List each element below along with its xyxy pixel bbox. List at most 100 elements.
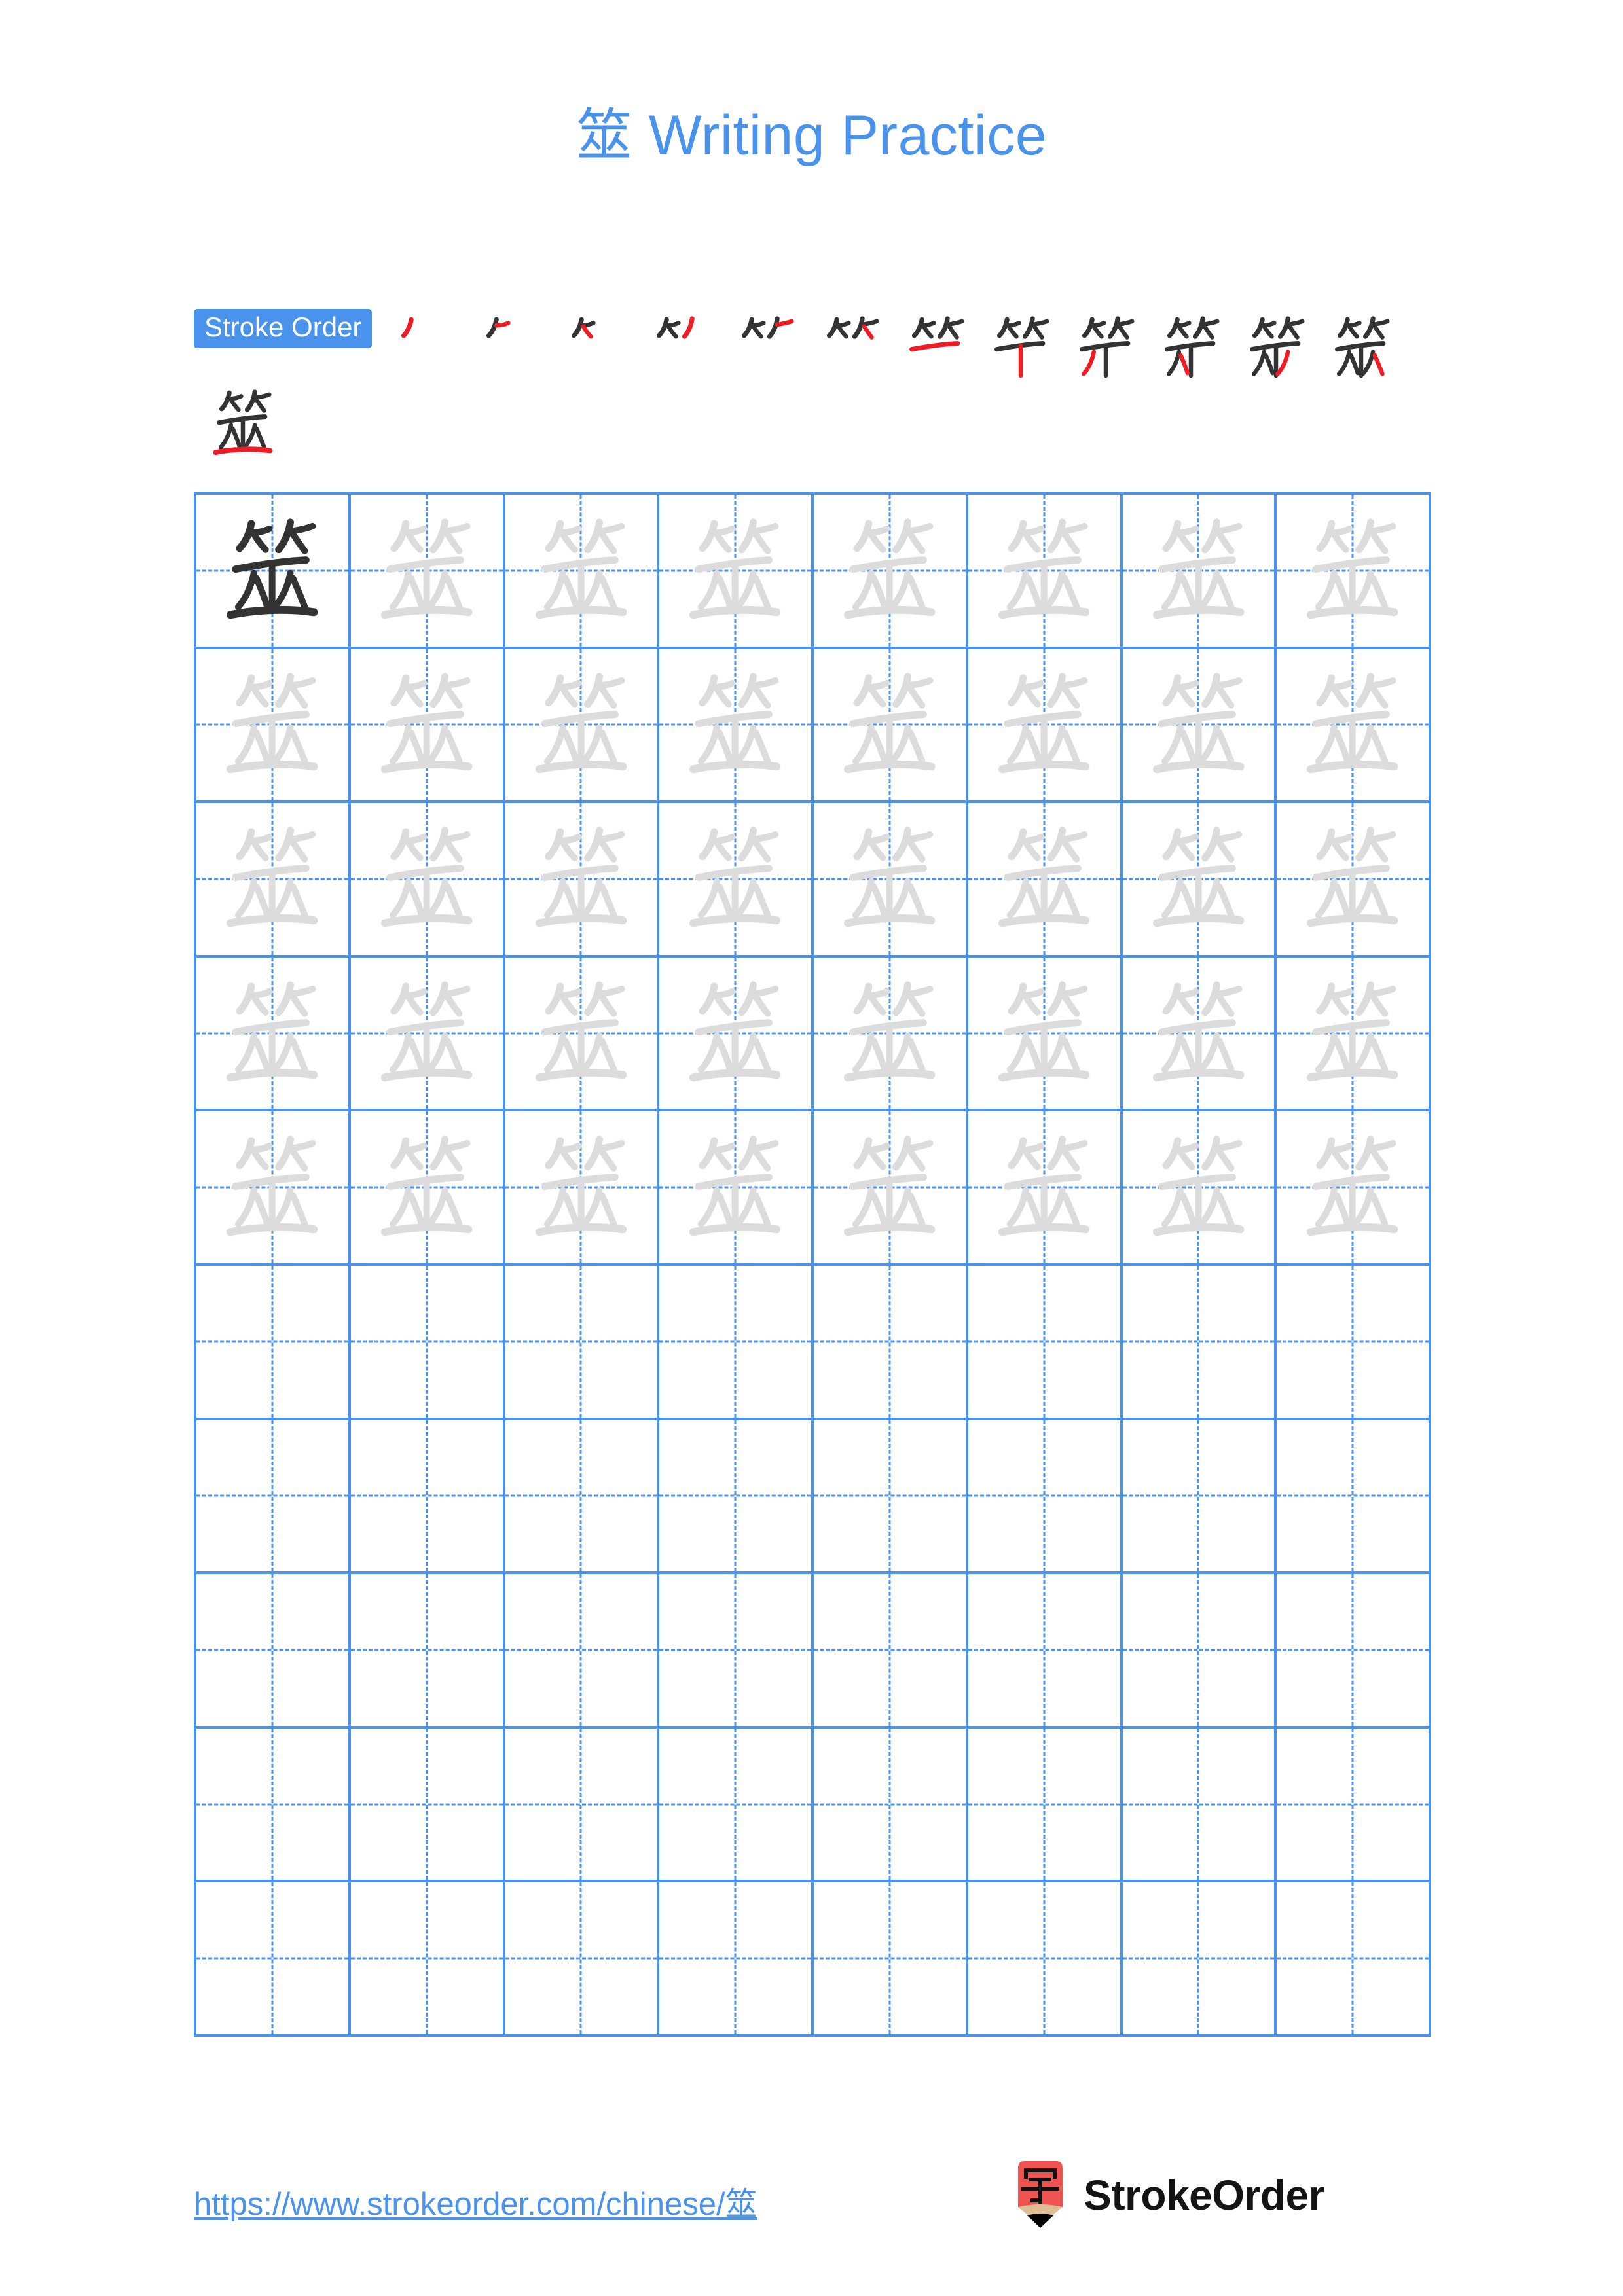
practice-cell[interactable] — [814, 495, 968, 649]
practice-cell[interactable] — [968, 803, 1123, 958]
practice-cell[interactable] — [659, 649, 814, 804]
practice-cell[interactable] — [659, 495, 814, 649]
practice-cell-empty[interactable] — [505, 1420, 660, 1575]
practice-cell-empty[interactable] — [814, 1420, 968, 1575]
trace-character — [659, 495, 811, 647]
trace-character — [814, 1111, 966, 1263]
practice-cell[interactable] — [659, 1111, 814, 1266]
practice-cell-empty[interactable] — [814, 1574, 968, 1729]
practice-cell[interactable] — [505, 1111, 660, 1266]
practice-cell[interactable] — [659, 957, 814, 1112]
trace-character — [1123, 958, 1275, 1109]
practice-cell-empty[interactable] — [1277, 1882, 1431, 2037]
stroke-step-1 — [382, 308, 467, 385]
practice-cell[interactable] — [505, 495, 660, 649]
practice-cell[interactable] — [1122, 649, 1277, 804]
practice-cell[interactable] — [196, 649, 351, 804]
practice-cell[interactable] — [814, 1111, 968, 1266]
practice-cell-empty[interactable] — [1122, 1266, 1277, 1420]
practice-cell[interactable] — [968, 957, 1123, 1112]
practice-cell[interactable] — [196, 957, 351, 1112]
practice-cell-empty[interactable] — [505, 1574, 660, 1729]
practice-cell[interactable] — [350, 649, 505, 804]
practice-cell[interactable] — [1122, 803, 1277, 958]
practice-cell[interactable] — [1122, 1111, 1277, 1266]
trace-character — [968, 958, 1120, 1109]
practice-cell-empty[interactable] — [350, 1266, 505, 1420]
practice-cell-empty[interactable] — [196, 1266, 351, 1420]
practice-cell[interactable] — [968, 495, 1123, 649]
practice-cell-empty[interactable] — [196, 1420, 351, 1575]
practice-cell[interactable] — [814, 649, 968, 804]
practice-cell-empty[interactable] — [1122, 1882, 1277, 2037]
practice-cell[interactable] — [659, 803, 814, 958]
practice-cell[interactable] — [1277, 495, 1431, 649]
practice-cell-empty[interactable] — [968, 1266, 1123, 1420]
practice-cell-empty[interactable] — [659, 1420, 814, 1575]
practice-cell-empty[interactable] — [1277, 1574, 1431, 1729]
practice-cell-empty[interactable] — [968, 1574, 1123, 1729]
practice-cell[interactable] — [196, 1111, 351, 1266]
practice-cell-empty[interactable] — [659, 1882, 814, 2037]
stroke-step-2 — [467, 308, 553, 385]
practice-cell-empty[interactable] — [968, 1728, 1123, 1883]
footer-url-link[interactable]: https://www.strokeorder.com/chinese/筮 — [194, 2178, 757, 2225]
practice-cell[interactable] — [814, 803, 968, 958]
practice-cell[interactable] — [196, 803, 351, 958]
practice-cell-empty[interactable] — [350, 1882, 505, 2037]
trace-character — [1277, 495, 1429, 647]
practice-cell[interactable] — [505, 803, 660, 958]
trace-character — [1277, 958, 1429, 1109]
practice-cell-empty[interactable] — [505, 1882, 660, 2037]
practice-cell[interactable] — [968, 1111, 1123, 1266]
practice-cell-empty[interactable] — [1122, 1420, 1277, 1575]
practice-cell-empty[interactable] — [968, 1882, 1123, 2037]
trace-character — [1277, 1111, 1429, 1263]
practice-grid — [194, 492, 1431, 2037]
practice-cell[interactable] — [505, 957, 660, 1112]
practice-cell[interactable] — [968, 649, 1123, 804]
practice-cell-empty[interactable] — [1277, 1420, 1431, 1575]
practice-cell[interactable] — [814, 957, 968, 1112]
practice-cell[interactable] — [350, 1111, 505, 1266]
trace-character — [196, 649, 348, 801]
trace-character — [814, 649, 966, 801]
trace-character — [351, 495, 503, 647]
practice-cell-empty[interactable] — [1122, 1574, 1277, 1729]
practice-cell-empty[interactable] — [659, 1728, 814, 1883]
practice-cell-empty[interactable] — [659, 1266, 814, 1420]
practice-cell[interactable] — [1122, 495, 1277, 649]
practice-cell-empty[interactable] — [350, 1728, 505, 1883]
stroke-step-12 — [1319, 308, 1404, 385]
stroke-step-7 — [893, 308, 978, 385]
practice-cell[interactable] — [1277, 957, 1431, 1112]
trace-character — [1123, 495, 1275, 647]
practice-cell-empty[interactable] — [1277, 1266, 1431, 1420]
practice-cell-empty[interactable] — [350, 1420, 505, 1575]
practice-cell-empty[interactable] — [814, 1882, 968, 2037]
practice-cell-empty[interactable] — [1277, 1728, 1431, 1883]
practice-cell-empty[interactable] — [350, 1574, 505, 1729]
practice-cell[interactable] — [1277, 803, 1431, 958]
practice-cell[interactable] — [196, 495, 351, 649]
practice-cell[interactable] — [505, 649, 660, 804]
practice-cell[interactable] — [350, 957, 505, 1112]
practice-cell-empty[interactable] — [659, 1574, 814, 1729]
practice-cell[interactable] — [350, 495, 505, 649]
page-title: 筮 Writing Practice — [575, 104, 1048, 167]
practice-cell-empty[interactable] — [196, 1574, 351, 1729]
model-character — [196, 495, 348, 647]
practice-cell-empty[interactable] — [1122, 1728, 1277, 1883]
practice-cell-empty[interactable] — [505, 1266, 660, 1420]
practice-cell[interactable] — [1122, 957, 1277, 1112]
practice-cell-empty[interactable] — [196, 1882, 351, 2037]
practice-cell-empty[interactable] — [814, 1266, 968, 1420]
practice-cell-empty[interactable] — [196, 1728, 351, 1883]
practice-cell[interactable] — [1277, 1111, 1431, 1266]
practice-cell[interactable] — [1277, 649, 1431, 804]
practice-cell-empty[interactable] — [814, 1728, 968, 1883]
practice-cell[interactable] — [350, 803, 505, 958]
brand-logo-group[interactable]: StrokeOrder — [1012, 2160, 1324, 2231]
practice-cell-empty[interactable] — [968, 1420, 1123, 1575]
practice-cell-empty[interactable] — [505, 1728, 660, 1883]
